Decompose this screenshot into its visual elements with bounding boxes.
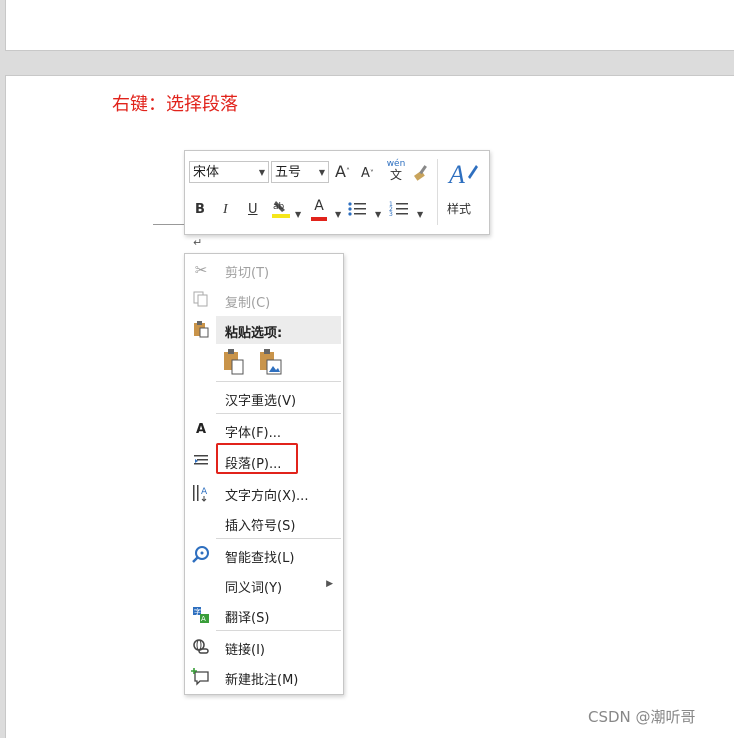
svg-text:A: A	[201, 487, 208, 497]
svg-text:A: A	[201, 615, 206, 623]
text-direction-icon: A	[191, 483, 211, 503]
menu-item-label: 字体(F)...	[225, 426, 282, 441]
translate-icon: 字A	[191, 605, 211, 625]
menu-item-label: 汉字重选(V)	[225, 394, 297, 409]
styles-label: 样式	[447, 202, 472, 216]
menu-item-paste-options: 粘贴选项:	[185, 316, 343, 344]
smart-lookup-icon	[191, 545, 211, 565]
italic-button[interactable]: I	[223, 201, 228, 219]
chevron-down-icon[interactable]: ▼	[417, 206, 423, 224]
menu-item-insert-symbol[interactable]: 插入符号(S)	[185, 509, 343, 537]
watermark: CSDN @潮听哥	[588, 708, 696, 726]
grow-font-button[interactable]: A˄	[335, 163, 350, 181]
paragraph-icon	[191, 451, 211, 471]
underline-button[interactable]: U	[248, 201, 258, 219]
menu-item-label: 同义词(Y)	[225, 581, 283, 596]
shrink-font-button[interactable]: A˅	[361, 165, 374, 183]
menu-separator	[216, 413, 341, 414]
chevron-down-icon: ▼	[258, 168, 265, 177]
menu-item-label: 新建批注(M)	[225, 673, 299, 688]
annotation-text: 右键：选择段落	[112, 94, 238, 115]
font-color-icon: A	[314, 198, 324, 214]
menu-item-label: 链接(I)	[225, 643, 265, 658]
menu-item-cut[interactable]: ✂ 剪切(T)	[185, 256, 343, 284]
font-color-swatch	[311, 217, 327, 221]
menu-item-font[interactable]: A 字体(F)...	[185, 416, 343, 444]
paste-icon	[191, 320, 211, 340]
menu-item-label: 粘贴选项:	[225, 326, 283, 341]
menu-item-smart-lookup[interactable]: 智能查找(L)	[185, 541, 343, 569]
highlight-icon: ab	[272, 201, 290, 218]
paste-picture-button[interactable]	[258, 348, 282, 376]
format-painter-button[interactable]	[413, 163, 431, 186]
menu-item-label: 文字方向(X)...	[225, 489, 309, 504]
phonetic-guide-button[interactable]: wén 文	[385, 159, 407, 183]
svg-text:字: 字	[194, 607, 201, 616]
menu-item-label: 剪切(T)	[225, 266, 270, 281]
menu-item-translate[interactable]: 字A 翻译(S)	[185, 601, 343, 629]
svg-text:A: A	[447, 160, 465, 189]
mini-toolbar: 宋体 ▼ 五号 ▼ A˄ A˅ wén 文 A 样式 B I U ab ▼ A ▼…	[184, 150, 490, 235]
chevron-down-icon[interactable]: ▼	[375, 206, 381, 224]
svg-text:ab: ab	[273, 202, 285, 212]
menu-item-label: 智能查找(L)	[225, 551, 295, 566]
paste-picture-icon	[260, 349, 282, 375]
menu-separator	[216, 538, 341, 539]
chevron-down-icon[interactable]: ▼	[295, 206, 301, 224]
menu-item-reconvert[interactable]: 汉字重选(V)	[185, 384, 343, 412]
paste-keep-source-button[interactable]	[222, 348, 246, 376]
bullets-icon	[348, 202, 366, 216]
menu-item-copy[interactable]: 复制(C)	[185, 286, 343, 314]
menu-item-synonyms[interactable]: 同义词(Y) ▶	[185, 571, 343, 599]
shrink-font-icon: A	[361, 166, 370, 181]
font-size-combo[interactable]: 五号 ▼	[271, 161, 329, 183]
document-page-previous	[5, 0, 734, 51]
menu-separator	[216, 381, 341, 382]
copy-icon	[191, 290, 211, 310]
menu-separator	[216, 630, 341, 631]
numbering-button[interactable]: 123	[389, 199, 409, 224]
styles-button[interactable]: A	[445, 157, 483, 194]
menu-item-link[interactable]: 链接(I)	[185, 633, 343, 661]
menu-item-text-direction[interactable]: A 文字方向(X)...	[185, 479, 343, 507]
font-name-combo[interactable]: 宋体 ▼	[189, 161, 269, 183]
font-size-value: 五号	[275, 165, 302, 180]
font-name-value: 宋体	[193, 165, 220, 180]
chevron-down-icon[interactable]: ▼	[335, 206, 341, 224]
grow-font-icon: A	[335, 162, 346, 181]
paste-keep-source-icon	[224, 349, 244, 375]
highlight-button[interactable]: ab	[271, 197, 291, 224]
font-icon: A	[195, 422, 207, 437]
styles-icon: A	[447, 160, 478, 189]
chevron-down-icon: ▼	[318, 168, 325, 177]
menu-item-new-comment[interactable]: 新建批注(M)	[185, 663, 343, 691]
paragraph-highlight-box	[216, 443, 298, 474]
paragraph-mark: ↵	[193, 236, 203, 249]
scissors-icon: ✂	[194, 261, 208, 279]
svg-text:3: 3	[389, 211, 393, 218]
text-underline	[153, 224, 187, 225]
context-menu: ✂ 剪切(T) 复制(C) 粘贴选项: 汉字重选(V) A 字体(F)... 段…	[184, 253, 344, 695]
submenu-arrow-icon: ▶	[326, 579, 333, 589]
paste-options-header: 粘贴选项:	[216, 316, 341, 344]
link-icon	[191, 637, 211, 657]
bullets-button[interactable]	[347, 199, 367, 224]
menu-item-label: 复制(C)	[225, 296, 271, 311]
menu-item-label: 翻译(S)	[225, 611, 270, 626]
bold-button[interactable]: B	[195, 201, 205, 219]
new-comment-icon	[191, 667, 211, 687]
font-color-button[interactable]: A	[309, 197, 329, 221]
numbering-icon: 123	[389, 201, 408, 218]
toolbar-separator	[437, 159, 438, 225]
menu-item-label: 插入符号(S)	[225, 519, 296, 534]
format-painter-icon	[414, 165, 427, 181]
